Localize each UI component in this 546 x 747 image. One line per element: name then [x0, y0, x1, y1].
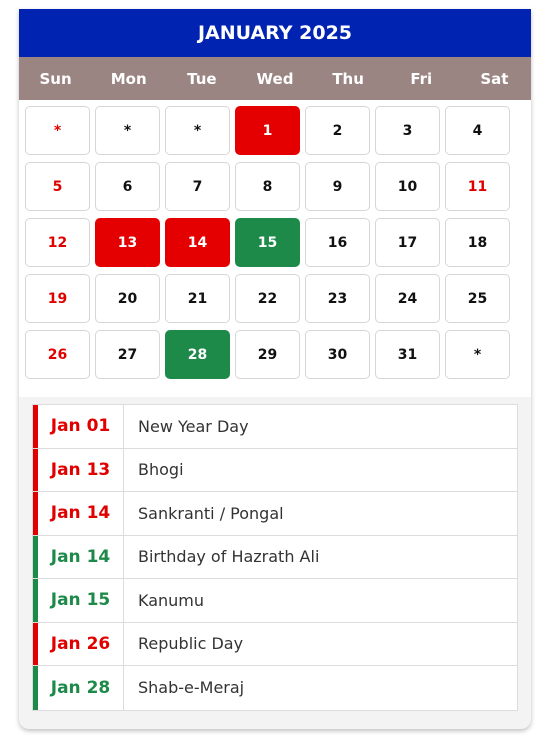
day-cell[interactable]: 25: [445, 274, 510, 323]
day-cell[interactable]: 27: [95, 330, 160, 379]
calendar-grid-wrap: * * * 1 2 3 4 5 6 7 8 9 10 11 12 13 14 1…: [19, 100, 531, 397]
holiday-row: Jan 14 Birthday of Hazrath Ali: [33, 535, 517, 579]
holiday-row: Jan 14 Sankranti / Pongal: [33, 492, 517, 536]
day-cell[interactable]: *: [95, 106, 160, 155]
holiday-date: Jan 14: [33, 535, 124, 578]
day-cell[interactable]: 29: [235, 330, 300, 379]
day-cell[interactable]: 26: [25, 330, 90, 379]
holiday-name: New Year Day: [138, 416, 249, 436]
holiday-name: Republic Day: [138, 634, 244, 654]
holiday-row: Jan 01 New Year Day: [33, 405, 517, 449]
day-cell[interactable]: 6: [95, 162, 160, 211]
weekday-fri: Fri: [410, 69, 433, 88]
day-cell-holiday[interactable]: 1: [235, 106, 300, 155]
day-cell[interactable]: 24: [375, 274, 440, 323]
weekday-sun: Sun: [39, 69, 72, 88]
day-cell[interactable]: 17: [375, 218, 440, 267]
holiday-list: Jan 01 New Year Day Jan 13 Bhogi Jan 14 …: [32, 404, 518, 711]
day-cell[interactable]: *: [165, 106, 230, 155]
holiday-row: Jan 28 Shab-e-Meraj: [33, 666, 517, 710]
day-cell[interactable]: 10: [375, 162, 440, 211]
holiday-date: Jan 28: [33, 666, 124, 710]
day-cell[interactable]: 2: [305, 106, 370, 155]
day-cell[interactable]: 4: [445, 106, 510, 155]
day-cell[interactable]: 3: [375, 106, 440, 155]
weekday-sat: Sat: [480, 69, 509, 88]
weekday-thu: Thu: [332, 69, 364, 88]
weekday-tue: Tue: [187, 69, 217, 88]
holiday-name: Sankranti / Pongal: [138, 503, 284, 523]
holiday-row: Jan 13 Bhogi: [33, 448, 517, 492]
day-cell[interactable]: 18: [445, 218, 510, 267]
day-cell[interactable]: 21: [165, 274, 230, 323]
day-cell[interactable]: 19: [25, 274, 90, 323]
calendar-card: JANUARY 2025 Sun Mon Tue Wed Thu Fri Sat…: [19, 9, 531, 729]
holiday-name: Kanumu: [138, 590, 205, 610]
day-cell[interactable]: 11: [445, 162, 510, 211]
day-cell[interactable]: *: [25, 106, 90, 155]
weekday-wed: Wed: [256, 69, 294, 88]
holiday-name: Shab-e-Meraj: [138, 678, 245, 698]
day-cell[interactable]: 16: [305, 218, 370, 267]
day-cell[interactable]: 22: [235, 274, 300, 323]
day-cell-holiday[interactable]: 28: [165, 330, 230, 379]
holiday-date: Jan 14: [33, 492, 124, 535]
holiday-row: Jan 26 Republic Day: [33, 622, 517, 666]
day-cell[interactable]: 20: [95, 274, 160, 323]
day-cell[interactable]: 31: [375, 330, 440, 379]
weekday-mon: Mon: [110, 69, 147, 88]
day-cell-holiday[interactable]: 14: [165, 218, 230, 267]
holiday-name: Birthday of Hazrath Ali: [138, 547, 320, 567]
month-title: JANUARY 2025: [19, 9, 531, 57]
holiday-date: Jan 13: [33, 448, 124, 491]
day-cell-holiday[interactable]: 13: [95, 218, 160, 267]
day-cell[interactable]: 30: [305, 330, 370, 379]
day-cell[interactable]: *: [445, 330, 510, 379]
day-cell[interactable]: 23: [305, 274, 370, 323]
holiday-date: Jan 15: [33, 579, 124, 622]
day-cell[interactable]: 9: [305, 162, 370, 211]
day-cell[interactable]: 12: [25, 218, 90, 267]
day-cell[interactable]: 8: [235, 162, 300, 211]
calendar-grid: * * * 1 2 3 4 5 6 7 8 9 10 11 12 13 14 1…: [25, 106, 525, 379]
holiday-name: Bhogi: [138, 460, 184, 480]
day-cell[interactable]: 7: [165, 162, 230, 211]
holiday-date: Jan 26: [33, 622, 124, 665]
day-cell[interactable]: 5: [25, 162, 90, 211]
day-cell-holiday[interactable]: 15: [235, 218, 300, 267]
holiday-row: Jan 15 Kanumu: [33, 579, 517, 623]
weekday-header: Sun Mon Tue Wed Thu Fri Sat: [19, 57, 531, 100]
holiday-date: Jan 01: [33, 405, 124, 448]
